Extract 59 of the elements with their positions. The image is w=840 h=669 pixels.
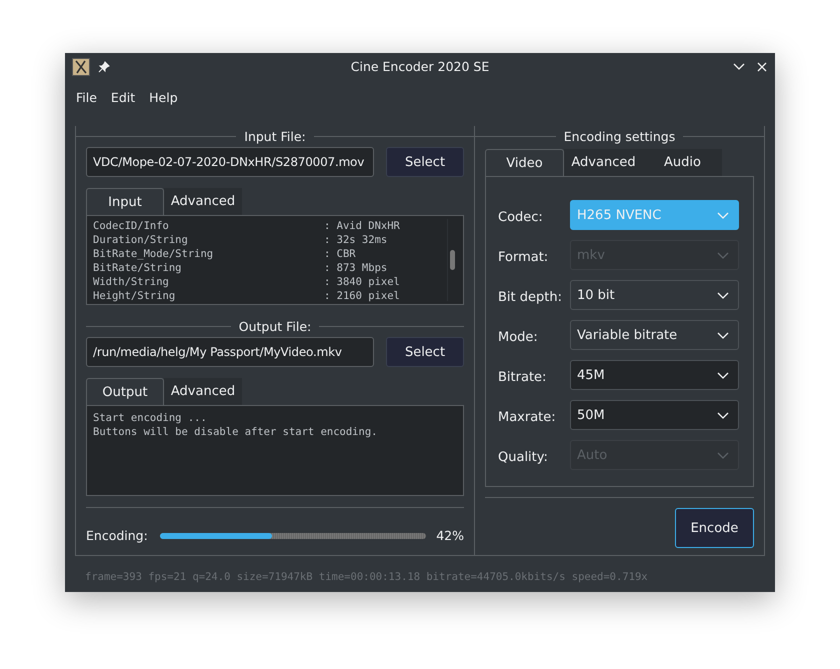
chevron-down-icon: [717, 372, 729, 378]
input-path-field[interactable]: VDC/Mope-02-07-2020-DNxHR/S2870007.mov: [86, 147, 374, 177]
pin-icon[interactable]: [98, 60, 110, 72]
field-label: Maxrate:: [498, 408, 557, 424]
dropdown[interactable]: 50M: [570, 400, 739, 430]
info-key: BitRate/String: [93, 261, 324, 275]
close-icon[interactable]: [757, 62, 767, 72]
select-button[interactable]: Select: [386, 147, 464, 177]
output-path-field[interactable]: /run/media/helg/My Passport/MyVideo.mkv: [86, 337, 374, 367]
group-title: Input File:: [244, 128, 306, 144]
chevron-down-icon: [717, 212, 729, 218]
select-button[interactable]: Select: [386, 337, 464, 367]
field-label: Mode:: [498, 328, 539, 344]
tab[interactable]: Video: [485, 149, 564, 176]
tab[interactable]: Advanced: [564, 149, 643, 176]
progress-percent: 42%: [436, 528, 464, 543]
field-label: Format:: [498, 248, 550, 264]
info-value: : Avid DNxHR: [324, 219, 400, 233]
info-key: Duration/String: [93, 233, 324, 247]
field-label: Codec:: [498, 208, 544, 224]
dropdown[interactable]: Variable bitrate: [570, 320, 739, 350]
encode-button[interactable]: Encode: [675, 508, 754, 548]
tab[interactable]: Input: [86, 188, 164, 215]
scrollbar-thumb[interactable]: [450, 250, 455, 270]
field-label: Quality:: [498, 448, 549, 464]
dropdown[interactable]: 10 bit: [570, 280, 739, 310]
info-key: CodecID/Info: [93, 219, 324, 233]
log-line: Buttons will be disable after start encoding.: [93, 425, 378, 439]
chevron-down-icon: [717, 332, 729, 338]
log-line: Start encoding ...: [93, 411, 208, 425]
progress-label: Encoding:: [86, 528, 148, 543]
tab[interactable]: Advanced: [164, 188, 242, 215]
tab[interactable]: Audio: [643, 149, 722, 176]
info-value: : 3840 pixel: [324, 275, 400, 289]
info-key: Width/String: [93, 275, 324, 289]
group-title: Output File:: [238, 318, 312, 334]
chevron-down-icon: [717, 252, 729, 258]
window-title: Cine Encoder 2020 SE: [350, 59, 490, 74]
info-key: Height/String: [93, 289, 324, 303]
chevron-down-icon: [717, 452, 729, 458]
field-label: Bitrate:: [498, 368, 548, 384]
status-text: frame=393 fps=21 q=24.0 size=71947kB time=00:00:13.18 bitrate=44705.0kbits/s speed=0.719x: [84, 570, 649, 585]
info-value: : CBR: [324, 247, 356, 261]
chevron-down-icon[interactable]: [733, 63, 745, 70]
menu-item[interactable]: Edit: [104, 88, 142, 107]
chevron-down-icon: [717, 412, 729, 418]
dropdown[interactable]: 45M: [570, 360, 739, 390]
info-key: BitRate_Mode/String: [93, 247, 324, 261]
info-value: : 873 Mbps: [324, 261, 388, 275]
menu-item[interactable]: Help: [142, 88, 185, 107]
info-value: : 32s 32ms: [324, 233, 388, 247]
group-title: Encoding settings: [564, 128, 676, 144]
chevron-down-icon: [717, 292, 729, 298]
menu-item[interactable]: File: [69, 88, 104, 107]
field-label: Bit depth:: [498, 288, 563, 304]
tab[interactable]: Advanced: [164, 378, 242, 405]
app-icon: [72, 58, 90, 76]
tab[interactable]: Output: [86, 378, 164, 405]
info-value: : 2160 pixel: [324, 289, 400, 303]
